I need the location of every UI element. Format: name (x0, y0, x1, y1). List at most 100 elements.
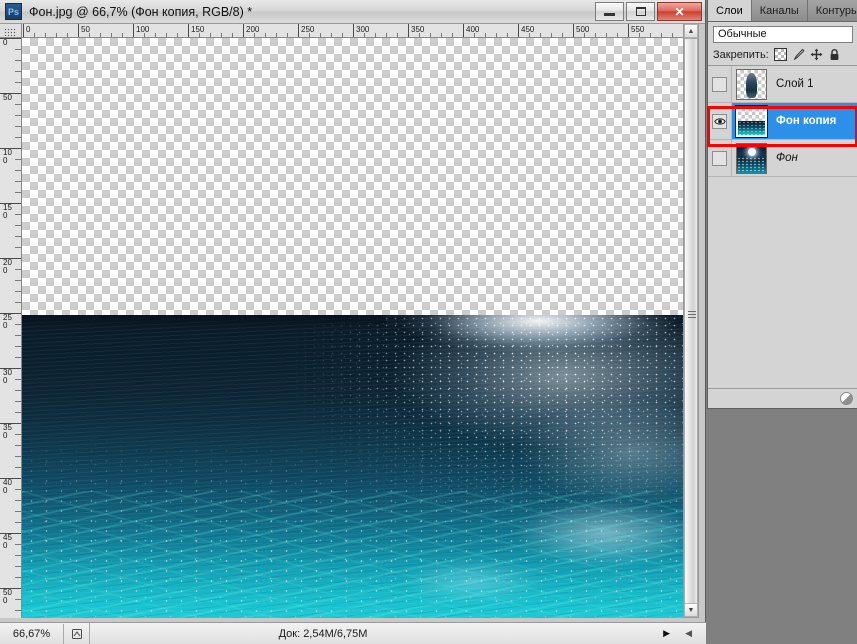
thumbnail-water (738, 121, 765, 135)
scroll-down-icon[interactable]: ▼ (684, 603, 698, 617)
ruler-minor-tick (15, 324, 21, 325)
layer-row[interactable]: Фон (708, 140, 857, 177)
ruler-minor-tick (15, 225, 21, 226)
ruler-minor-tick (15, 500, 21, 501)
thumbnail-moon-glitter (737, 156, 766, 173)
layer-row[interactable]: Фон копия (708, 103, 857, 140)
ruler-tick: 100 (0, 148, 21, 165)
tab-channels[interactable]: Каналы (751, 0, 808, 21)
ruler-minor-tick (15, 236, 21, 237)
ruler-tick: 500 (573, 24, 589, 37)
ruler-tick: 350 (408, 24, 424, 37)
ruler-minor-tick (15, 467, 21, 468)
ruler-minor-tick (15, 445, 21, 446)
minimize-button[interactable] (595, 2, 624, 21)
vertical-scroll-thumb[interactable] (684, 38, 698, 604)
window-controls: ✕ (595, 2, 702, 21)
ruler-minor-tick (15, 511, 21, 512)
ruler-minor-tick (15, 247, 21, 248)
tab-layers[interactable]: Слои (708, 0, 752, 21)
ruler-minor-tick (15, 555, 21, 556)
ruler-minor-tick (15, 599, 21, 600)
ruler-minor-tick (15, 566, 21, 567)
window-title: Фон.jpg @ 66,7% (Фон копия, RGB/8) * (29, 4, 253, 19)
lock-all-icon[interactable] (828, 48, 841, 61)
zoom-level[interactable]: 66,67% (0, 623, 64, 644)
document-size-icon[interactable] (64, 623, 90, 644)
panel-tab-bar: Слои Каналы Контуры (708, 0, 857, 22)
document-size-info: Док: 2,54M/6,75M (278, 627, 368, 640)
lock-brush-icon[interactable] (792, 48, 805, 61)
ruler-tick: 250 (298, 24, 314, 37)
ruler-minor-tick (15, 346, 21, 347)
scroll-grip-icon (688, 311, 696, 318)
horizontal-ruler[interactable]: 0501001502002503003504004505005506006507… (22, 24, 684, 38)
layer-thumbnail[interactable] (736, 68, 767, 100)
ruler-minor-tick (15, 434, 21, 435)
ruler-minor-tick (15, 82, 21, 83)
eye-toggle-off-icon[interactable] (712, 76, 727, 92)
ruler-minor-tick (15, 291, 21, 292)
layer-visibility-cell[interactable] (708, 140, 732, 176)
ruler-minor-tick (15, 379, 21, 380)
ruler-corner[interactable] (0, 24, 22, 38)
layers-panel: Слои Каналы Контуры Обычные Закрепить: С… (707, 0, 857, 409)
status-expand-icon[interactable]: ▶ (663, 628, 670, 639)
ruler-tick: 150 (0, 203, 21, 220)
panel-background-area (707, 409, 857, 644)
lock-label: Закрепить: (713, 48, 769, 61)
blend-mode-row: Обычные (708, 22, 857, 46)
thumbnail-figure (746, 72, 757, 98)
ruler-minor-tick (15, 280, 21, 281)
ruler-tick: 400 (463, 24, 479, 37)
layer-style-icon[interactable] (840, 392, 853, 405)
eye-toggle-off-icon[interactable] (712, 150, 727, 166)
ruler-minor-tick (15, 137, 21, 138)
close-button[interactable]: ✕ (657, 2, 702, 21)
lock-row: Закрепить: (708, 46, 857, 65)
status-bar: 66,67% Док: 2,54M/6,75M ▶ ◀ (0, 622, 706, 644)
layer-list[interactable]: Слой 1 Фон копия Фон (707, 65, 857, 388)
lock-transparency-icon[interactable] (773, 48, 787, 61)
restore-button[interactable] (626, 2, 655, 21)
ruler-minor-tick (15, 412, 21, 413)
ocean-image (22, 315, 684, 618)
ruler-tick: 50 (0, 93, 21, 102)
ruler-minor-tick (15, 115, 21, 116)
ruler-minor-tick (15, 522, 21, 523)
layer-thumbnail[interactable] (735, 104, 768, 138)
layer-name: Фон копия (776, 115, 837, 127)
ruler-minor-tick (15, 104, 21, 105)
layer-visibility-cell[interactable] (708, 103, 732, 139)
ruler-origin-icon (4, 28, 16, 36)
ruler-tick: 350 (0, 423, 21, 440)
ruler-tick: 450 (518, 24, 534, 37)
ruler-tick: 500 (0, 588, 21, 605)
tab-paths[interactable]: Контуры (807, 0, 857, 21)
eye-toggle-on-icon[interactable] (712, 113, 727, 129)
scroll-up-icon[interactable]: ▲ (684, 24, 698, 38)
layer-visibility-cell[interactable] (708, 66, 732, 102)
ruler-minor-tick (15, 49, 21, 50)
layer-name: Слой 1 (776, 78, 814, 90)
canvas[interactable] (22, 38, 684, 618)
title-bar: Ps Фон.jpg @ 66,7% (Фон копия, RGB/8) * … (0, 0, 705, 24)
ruler-minor-tick (15, 577, 21, 578)
horizon-shadow (22, 315, 387, 329)
ruler-tick: 200 (243, 24, 259, 37)
ruler-minor-tick (15, 335, 21, 336)
blend-mode-select[interactable]: Обычные (713, 26, 853, 43)
lock-move-icon[interactable] (810, 48, 823, 61)
canvas-vertical-scrollbar[interactable]: ▲ ▼ (683, 24, 699, 618)
layer-thumbnail[interactable] (736, 142, 767, 174)
vertical-ruler[interactable]: 0501001502002503003504004505005506006507… (0, 38, 22, 618)
thumbnail-moon (748, 147, 756, 156)
ruler-minor-tick (15, 170, 21, 171)
status-left-icon[interactable]: ◀ (685, 628, 692, 639)
layer-name: Фон (776, 152, 798, 164)
ruler-minor-tick (15, 214, 21, 215)
ruler-minor-tick (15, 181, 21, 182)
layer-row[interactable]: Слой 1 (708, 66, 857, 103)
ruler-minor-tick (15, 610, 21, 611)
ruler-tick: 200 (0, 258, 21, 275)
